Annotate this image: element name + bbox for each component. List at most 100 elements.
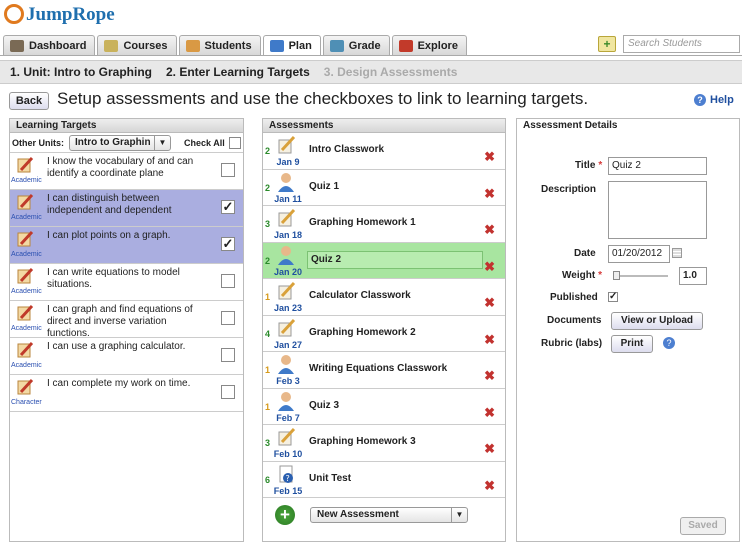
delete-icon[interactable]: ✖ (484, 405, 495, 421)
delete-icon[interactable]: ✖ (484, 368, 495, 384)
delete-icon[interactable]: ✖ (484, 222, 495, 238)
target-checkbox[interactable] (221, 163, 235, 177)
pencil-paper-icon (276, 208, 296, 228)
assessment-row[interactable]: 1 Feb 7 Quiz 3 ✖ (263, 389, 505, 425)
learning-target-row[interactable]: Academic I can plot points on a graph. ✓ (10, 227, 243, 264)
help-link[interactable]: ? Help (694, 94, 734, 106)
pencil-person-icon (16, 378, 34, 396)
calendar-icon[interactable] (672, 248, 682, 258)
check-all-label: Check All (184, 137, 225, 148)
assessment-target-count: 2 (265, 255, 271, 266)
pencil-paper-icon (276, 427, 296, 447)
pencil-paper-icon (276, 135, 296, 155)
target-checkbox[interactable] (221, 385, 235, 399)
weight-slider[interactable] (613, 271, 668, 280)
tabs-divider (0, 55, 742, 56)
learning-target-row[interactable]: Academic I know the vocabulary of and can… (10, 153, 243, 190)
tab-dashboard[interactable]: Dashboard (3, 35, 96, 55)
delete-icon[interactable]: ✖ (484, 441, 495, 457)
new-assessment-select[interactable]: New Assessment ▼ (310, 507, 468, 523)
rubric-label: Rubric (labs) (541, 338, 603, 349)
add-assessment-button[interactable]: + (275, 505, 295, 525)
target-checkbox[interactable]: ✓ (221, 200, 235, 214)
saved-button: Saved (680, 517, 726, 535)
weight-label: Weight * (562, 270, 603, 281)
tab-label: Courses (123, 39, 168, 52)
assessment-row[interactable]: 1 Jan 23 Calculator Classwork ✖ (263, 279, 505, 316)
grade-screen-icon (329, 39, 344, 52)
back-button[interactable]: Back (9, 92, 49, 110)
title-input[interactable]: Quiz 2 (608, 157, 707, 175)
home-icon (10, 39, 24, 52)
assessment-row[interactable]: 1 Feb 3 Writing Equations Classwork ✖ (263, 352, 505, 389)
target-checkbox[interactable] (221, 311, 235, 325)
assessment-target-count: 6 (265, 474, 271, 485)
assessment-row[interactable]: 2 Jan 20 Quiz 2 ✖ (263, 242, 505, 279)
assessment-date: Jan 23 (273, 303, 303, 313)
assessment-row[interactable]: 2 Jan 11 Quiz 1 ✖ (263, 170, 505, 206)
assessment-details-header: Assessment Details (517, 119, 739, 135)
assessment-name: Graphing Homework 1 (309, 217, 416, 228)
rubric-print-button[interactable]: Print (611, 335, 653, 353)
step-unit[interactable]: 1. Unit: Intro to Graphing (10, 65, 152, 79)
assessment-name: Unit Test (309, 472, 352, 484)
chevron-down-icon: ▼ (154, 135, 170, 150)
tab-explore[interactable]: Explore (391, 35, 467, 55)
assessment-date: Jan 9 (276, 157, 300, 167)
tab-students[interactable]: Students (178, 35, 261, 55)
assessment-row[interactable]: 3 Jan 18 Graphing Homework 1 ✖ (263, 206, 505, 243)
weight-slider-handle[interactable] (613, 271, 620, 280)
step-design-assessments: 3. Design Assessments (323, 65, 458, 79)
learning-target-row[interactable]: Academic I can write equations to model s… (10, 264, 243, 301)
other-units-select[interactable]: Intro to Graphin ▼ (69, 134, 172, 151)
tab-courses[interactable]: Courses (97, 35, 177, 55)
assessment-target-count: 3 (265, 219, 271, 229)
learning-target-row[interactable]: Academic I can use a graphing calculator. (10, 338, 243, 375)
target-checkbox[interactable] (221, 348, 235, 362)
published-checkbox[interactable]: ✓ (608, 292, 618, 302)
target-category: Academic (11, 251, 42, 258)
assessment-row[interactable]: 2 Jan 9 Intro Classwork ✖ (263, 133, 505, 170)
target-checkbox[interactable]: ✓ (221, 237, 235, 251)
target-category: Academic (11, 214, 42, 221)
learning-target-row[interactable]: Character I can complete my work on time. (10, 375, 243, 412)
main-tabs: Dashboard Courses Students Plan Grade Explore (3, 35, 469, 56)
delete-icon[interactable]: ✖ (484, 332, 495, 348)
view-upload-button[interactable]: View or Upload (611, 312, 703, 330)
other-units-label: Other Units: (12, 137, 65, 148)
pencil-paper-icon (276, 318, 296, 338)
assessment-row[interactable]: 6? Feb 15 Unit Test ✖ (263, 462, 505, 498)
delete-icon[interactable]: ✖ (484, 478, 495, 494)
date-input[interactable]: 01/20/2012 (608, 245, 670, 263)
assessment-name-input[interactable]: Quiz 2 (307, 250, 483, 269)
target-category: Academic (11, 288, 42, 295)
delete-icon[interactable]: ✖ (484, 259, 495, 275)
description-textarea[interactable] (608, 181, 707, 239)
learning-target-row[interactable]: Academic I can distinguish between indepe… (10, 190, 243, 227)
delete-icon[interactable]: ✖ (484, 149, 495, 165)
tab-grade[interactable]: Grade (322, 35, 390, 55)
add-student-button[interactable]: + (598, 36, 616, 52)
target-checkbox[interactable] (221, 274, 235, 288)
target-category: Academic (11, 362, 42, 369)
logo-mark-icon (4, 4, 24, 24)
rubric-help-icon[interactable]: ? (663, 337, 675, 349)
learning-target-row[interactable]: Academic I can graph and find equations o… (10, 301, 243, 339)
target-text: I can distinguish between independent an… (47, 193, 172, 216)
required-asterisk: * (598, 160, 603, 171)
check-all-checkbox[interactable] (228, 136, 241, 149)
app-logo[interactable]: JumpRope (4, 4, 115, 26)
delete-icon[interactable]: ✖ (484, 295, 495, 311)
plan-chart-icon (269, 40, 284, 52)
step-learning-targets[interactable]: 2. Enter Learning Targets (166, 65, 310, 79)
assessment-row[interactable]: 3 Feb 10 Graphing Homework 3 ✖ (263, 425, 505, 462)
target-category: Academic (11, 177, 42, 184)
search-students-input[interactable]: Search Students (623, 35, 740, 53)
weight-input[interactable]: 1.0 (679, 267, 707, 285)
target-text: I can write equations to model situation… (47, 267, 180, 290)
assessment-row[interactable]: 4 Jan 27 Graphing Homework 2 ✖ (263, 316, 505, 352)
tab-plan[interactable]: Plan (262, 35, 321, 56)
delete-icon[interactable]: ✖ (484, 186, 495, 202)
pencil-person-icon (16, 230, 34, 248)
tab-label: Explore (417, 39, 458, 52)
